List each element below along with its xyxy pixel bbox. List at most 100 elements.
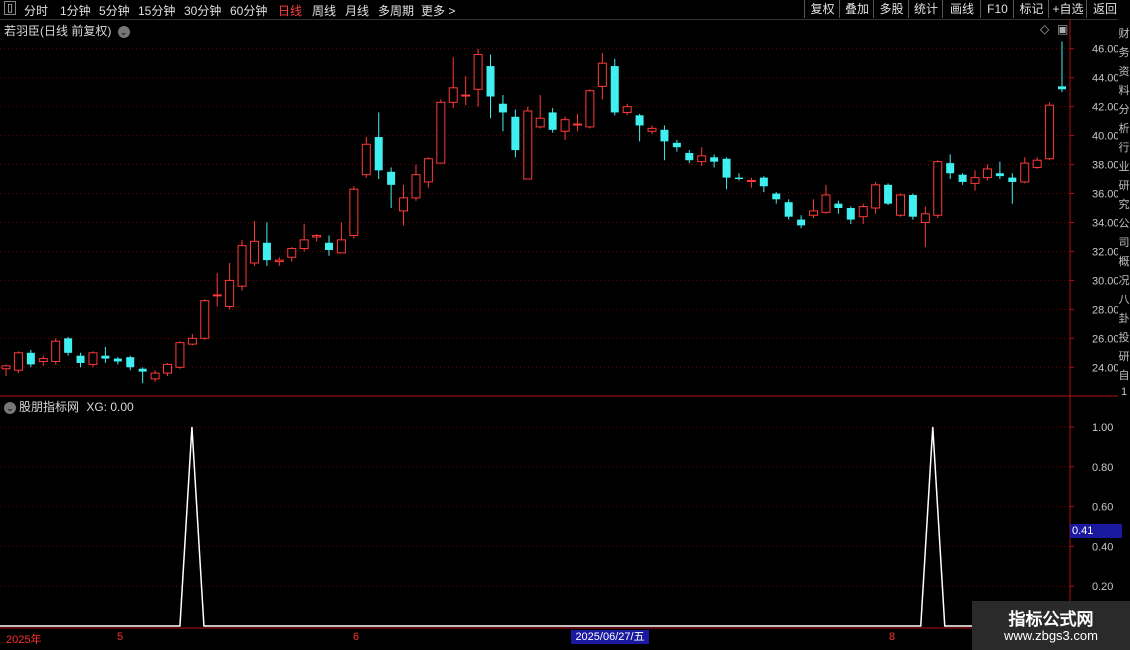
candle-body [1032, 159, 1042, 168]
candle-body [772, 193, 781, 200]
strip-char[interactable]: 司 [1118, 234, 1130, 250]
strip-char[interactable]: 八 [1118, 291, 1130, 307]
candle-body [237, 245, 247, 287]
toolbar-period-0[interactable]: 分时 [24, 2, 48, 19]
right-side-strip: 财务资料分析行业研究公司概况八卦投研自1 [1118, 19, 1130, 650]
toolbar-period-9[interactable]: 多周期 [378, 2, 414, 19]
candle-body [647, 127, 657, 132]
toolbar-period-7[interactable]: 周线 [312, 2, 336, 19]
candle-body [274, 259, 284, 263]
price-tick-label: 34.00 [1092, 217, 1118, 229]
candle-body [349, 188, 359, 237]
candle-body [821, 194, 831, 213]
toolbar-button-0[interactable]: 复权 [804, 0, 840, 18]
candle-body [746, 179, 756, 182]
toolbar-button-1[interactable]: 叠加 [839, 0, 874, 18]
indicator-tick-label: 0.20 [1092, 581, 1113, 593]
candle-body [249, 240, 259, 264]
date-label: 2025年 [6, 634, 42, 646]
strip-char[interactable]: 业 [1118, 158, 1130, 174]
candle-body [1058, 86, 1066, 90]
toolbar-period-3[interactable]: 15分钟 [138, 2, 175, 19]
strip-char[interactable]: 公 [1118, 215, 1130, 231]
candle-body [685, 152, 694, 161]
strip-char[interactable]: 况 [1118, 272, 1130, 288]
candle-body [797, 219, 806, 226]
toolbar-menu-icon[interactable]: ▯ [4, 1, 16, 15]
candle-body [920, 213, 930, 223]
price-tick-label: 24.00 [1092, 362, 1118, 374]
toolbar-period-6[interactable]: 日线 [278, 2, 302, 19]
candle-body [325, 242, 334, 250]
toolbar-period-2[interactable]: 5分钟 [99, 2, 130, 19]
candle-body [710, 157, 719, 162]
strip-char[interactable]: 1 [1118, 386, 1130, 398]
candle-body [64, 338, 73, 353]
toolbar-button-8[interactable]: 返回 [1086, 0, 1123, 18]
candle-body [697, 155, 707, 163]
date-label: 6 [353, 631, 360, 643]
strip-char[interactable]: 资 [1118, 63, 1130, 79]
strip-char[interactable]: 概 [1118, 253, 1130, 269]
price-tick-label: 36.00 [1092, 189, 1118, 201]
strip-char[interactable]: 研 [1118, 348, 1130, 364]
candle-body [622, 106, 632, 113]
candle-body [436, 101, 446, 164]
price-tick-label: 40.00 [1092, 131, 1118, 143]
candle-body [423, 158, 433, 183]
indicator-tick-label: 0.40 [1092, 541, 1113, 553]
chart-area[interactable]: 46.00 44.00 42.00 40.00 38.00 36.00 34.00 32.00… [0, 19, 1118, 650]
indicator-tick-label: 0.80 [1092, 462, 1113, 474]
toolbar-button-5[interactable]: F10 [980, 0, 1014, 18]
toolbar-period-8[interactable]: 月线 [345, 2, 369, 19]
toolbar-period-5[interactable]: 60分钟 [230, 2, 267, 19]
candle-body [511, 116, 520, 151]
date-label: 8 [889, 631, 896, 643]
strip-char[interactable]: 研 [1118, 177, 1130, 193]
candle-body [200, 300, 210, 339]
strip-char[interactable]: 投 [1118, 329, 1130, 345]
candle-body [126, 357, 135, 368]
indicator-tick-label: 0.60 [1092, 502, 1113, 514]
candle-body [1020, 162, 1030, 183]
toolbar-button-6[interactable]: 标记 [1013, 0, 1049, 18]
toolbar-button-4[interactable]: 画线 [942, 0, 981, 18]
candle-body [498, 103, 507, 113]
toolbar-period-10[interactable]: 更多 > [421, 2, 455, 19]
candle-body [884, 184, 893, 204]
strip-char[interactable]: 财 [1118, 25, 1130, 41]
candle-body [336, 239, 346, 254]
toolbar-period-4[interactable]: 30分钟 [184, 2, 221, 19]
toolbar-button-3[interactable]: 统计 [908, 0, 943, 18]
price-tick-label: 28.00 [1092, 304, 1118, 316]
strip-char[interactable]: 务 [1118, 44, 1130, 60]
toolbar-button-7[interactable]: +自选 [1048, 0, 1087, 18]
candle-body [970, 177, 980, 184]
price-tick-label: 38.00 [1092, 160, 1118, 172]
strip-char[interactable]: 分 [1118, 101, 1130, 117]
toolbar-period-1[interactable]: 1分钟 [60, 2, 91, 19]
price-tick-label: 26.00 [1092, 333, 1118, 345]
candle-body [660, 129, 669, 142]
current-value-marker: 0.41 [1070, 524, 1122, 538]
candle-body [734, 177, 743, 180]
candle-body [411, 174, 421, 199]
strip-char[interactable]: 料 [1118, 82, 1130, 98]
strip-char[interactable]: 行 [1118, 139, 1130, 155]
candle-body [387, 171, 396, 185]
strip-char[interactable]: 自 [1118, 367, 1130, 383]
strip-char[interactable]: 析 [1118, 120, 1130, 136]
candle-body [809, 210, 819, 216]
toolbar-button-2[interactable]: 多股 [873, 0, 909, 18]
candle-body [486, 66, 495, 97]
candle-body [138, 368, 147, 372]
strip-char[interactable]: 究 [1118, 196, 1130, 212]
price-tick-label: 44.00 [1092, 73, 1118, 85]
watermark: 指标公式网 www.zbgs3.com [972, 601, 1130, 650]
candle-body [101, 355, 110, 359]
candle-body [548, 112, 557, 130]
candle-body [187, 337, 197, 345]
strip-char[interactable]: 卦 [1118, 310, 1130, 326]
candle-body [784, 202, 793, 217]
candle-body [374, 137, 383, 171]
